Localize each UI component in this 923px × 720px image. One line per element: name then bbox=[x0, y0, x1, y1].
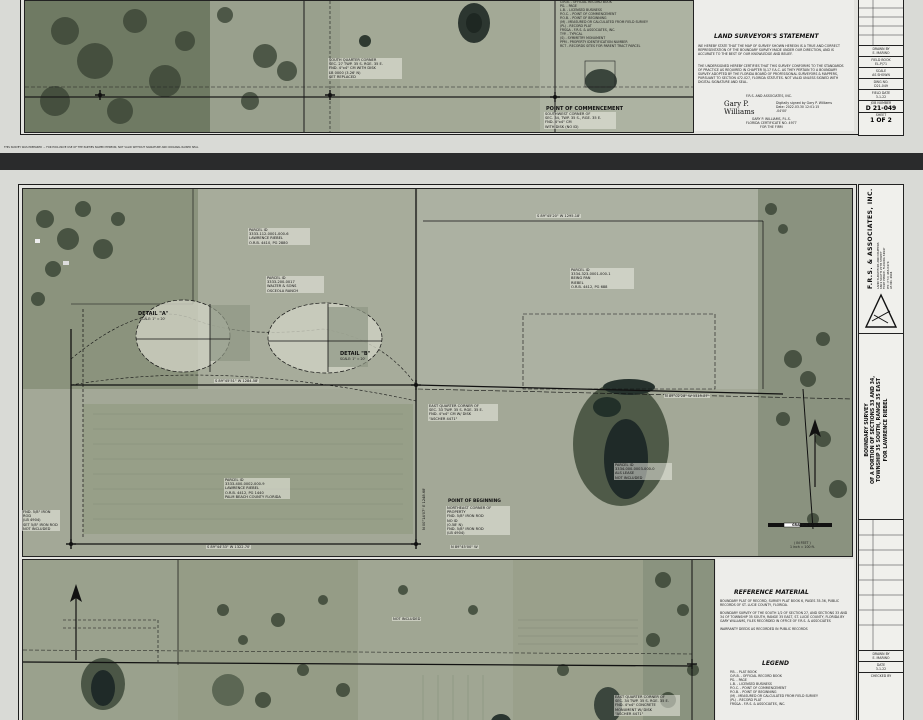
legend-list: P.B. - PLAT BOOK O.R.B. - OFFICIAL RECOR… bbox=[730, 670, 818, 706]
survey-sheet-2: DETAIL "A" SCALE: 1" = 20' DETAIL "B" SC… bbox=[0, 170, 923, 720]
parcel-label-5: PARCEL ID 3333-200-0017 WALTER & SONS OS… bbox=[266, 276, 324, 293]
title-block-sheet-1: DRAWN BY E. MARINO FIELD BOOK EL-P/71 SC… bbox=[858, 0, 904, 136]
firm-short-name: F.R.S. AND ASSOCIATES, INC. bbox=[746, 94, 792, 98]
legend-list-sheet-1: O.R.B. - OFFICIAL RECORD BOOK PG. - PAGE… bbox=[560, 0, 648, 48]
title-panel-sheet-2: F.R.S. & ASSOCIATES, INC. LAND SURVEYORS… bbox=[858, 184, 904, 720]
detail-a-scale: SCALE: 1" = 20' bbox=[140, 317, 166, 321]
gate-label: FND. 5/8" IRON ROD (LB 4904) SET 5/8" IR… bbox=[22, 510, 60, 532]
surveyor-credentials: GARY P. WILLIAMS, P.L.S. FLORIDA CERTIFI… bbox=[746, 117, 797, 129]
bearing-top: S 89°45'20" W 1295.18' bbox=[536, 214, 582, 219]
tb-row-2: DWG NO. D21-049 bbox=[859, 79, 903, 90]
not-included-label: NOT INCLUDED bbox=[392, 617, 422, 622]
job-number: D 21-049 bbox=[859, 105, 903, 113]
field-date-2: DATE 3-1-22 bbox=[859, 662, 903, 673]
footer-note-sheet-1: THIS SURVEY WAS PREPARED ... FOR EXCLUSI… bbox=[4, 146, 199, 149]
reference-text: BOUNDARY PLAT OF RECORD, SURVEY PLAT BOO… bbox=[720, 599, 848, 631]
revision-lines bbox=[859, 0, 903, 45]
reference-panel: REFERENCE MATERIAL BOUNDARY PLAT OF RECO… bbox=[716, 559, 854, 720]
legend-heading: LEGEND bbox=[762, 660, 789, 667]
parcel-label-4: PARCEL ID 3334-000-0003-000-0 ALS LEASE … bbox=[614, 463, 672, 480]
poc-sublabel: SOUTHWEST CORNER OF SEC. 34, TWP. 35 S.,… bbox=[544, 112, 616, 129]
aerial-map-lower bbox=[23, 560, 714, 720]
reference-heading: REFERENCE MATERIAL bbox=[734, 589, 809, 596]
bearing-mid: S 89°45'51" W 1284.58' bbox=[214, 379, 260, 384]
sheet-number: 1 OF 2 bbox=[870, 117, 892, 124]
graphic-scale-label: GRAPHIC SCALE bbox=[792, 523, 821, 527]
tb-row-1: SCALE AS SHOWN bbox=[859, 68, 903, 79]
aerial-photo-main bbox=[22, 188, 853, 557]
tb-row-0: FIELD BOOK EL-P/71 bbox=[859, 57, 903, 68]
statement-panel: LAND SURVEYOR'S STATEMENT WE HEREBY STAT… bbox=[694, 0, 854, 131]
pob-label: POINT OF BEGINNING bbox=[448, 499, 501, 504]
bearing-right: N 89°02'28" W 1315.87' bbox=[664, 394, 710, 399]
statement-text: WE HEREBY STATE THAT THE MAP OF SURVEY S… bbox=[698, 44, 840, 56]
parcel-label-2: PARCEL ID 3334-323-0001-000-1 BEING PAN … bbox=[570, 268, 634, 290]
bearing-bottom: S 89°44'33" W 1322.70' bbox=[206, 545, 252, 550]
survey-sheet-1: SOUTH QUARTER CORNER SEC. 27 TWP. 35 S. … bbox=[0, 0, 923, 153]
checked-by-2: CHECKED BY bbox=[870, 674, 892, 678]
statement-text-2: THE UNDERSIGNED HEREBY CERTIFIES THAT TH… bbox=[698, 64, 844, 84]
bearing-bottom-2: N 89°45'00" W bbox=[450, 545, 479, 550]
scale-in-feet: ( IN FEET ) 1 inch = 100 ft. bbox=[790, 541, 815, 549]
detail-b-scale: SCALE: 1" = 20' bbox=[340, 357, 366, 361]
digital-signature-note: Digitally signed by Gary P. Williams Dat… bbox=[776, 101, 833, 113]
pob-sublabel: NORTHEAST CORNER OF PROPERTY FND. 5/8" I… bbox=[446, 506, 510, 536]
parcel-label-3: PARCEL ID 3333-400-0002-000-9 LAWRENCE R… bbox=[224, 478, 290, 500]
revision-grid-2 bbox=[859, 520, 903, 650]
aerial-map-main bbox=[23, 189, 852, 556]
bearing-vertical: N 00°14'07" E 1248.68' bbox=[422, 487, 426, 530]
firm-name-box: F.R.S. & ASSOCIATES, INC. LAND SURVEYORS… bbox=[859, 185, 903, 334]
qtr-corner-label: EAST QUARTER CORNER OF SEC. 33 TWP. 35 S… bbox=[428, 404, 498, 421]
aerial-photo-lower bbox=[22, 559, 715, 720]
parcel-label-1: PARCEL ID 3333-112-0001-000-6 LAWRENCE R… bbox=[248, 228, 310, 245]
tb-row-3: FIELD DATE 3-1-22 bbox=[859, 90, 903, 101]
revision-box bbox=[859, 520, 903, 651]
monument-note-sheet-1: SOUTH QUARTER CORNER SEC. 27 TWP. 35 S. … bbox=[328, 58, 402, 80]
poc-label: POINT OF COMMENCEMENT bbox=[546, 106, 624, 112]
surveyor-signature: Gary P. Williams bbox=[724, 100, 755, 116]
bottom-corner-label: EAST QUARTER CORNER OF SEC. 34 TWP. 35 S… bbox=[614, 695, 680, 717]
firm-logo-icon bbox=[864, 293, 898, 328]
statement-heading: LAND SURVEYOR'S STATEMENT bbox=[714, 33, 819, 40]
firm-address-vertical: LAND SURVEYORS AND MAPPERS 1801 SOUTH 25… bbox=[876, 242, 893, 289]
revision-grid bbox=[859, 0, 903, 46]
project-title-box: BOUNDARY SURVEY OF A PORTION OF SECTIONS… bbox=[859, 334, 903, 520]
drawn-by: DRAWN BY E. MARINO bbox=[859, 46, 903, 57]
drawn-by-2: DRAWN BY E. MARINO bbox=[859, 651, 903, 662]
project-title-vertical: BOUNDARY SURVEY OF A PORTION OF SECTIONS… bbox=[865, 375, 889, 484]
firm-name-vertical: F.R.S. & ASSOCIATES, INC. bbox=[867, 188, 874, 289]
